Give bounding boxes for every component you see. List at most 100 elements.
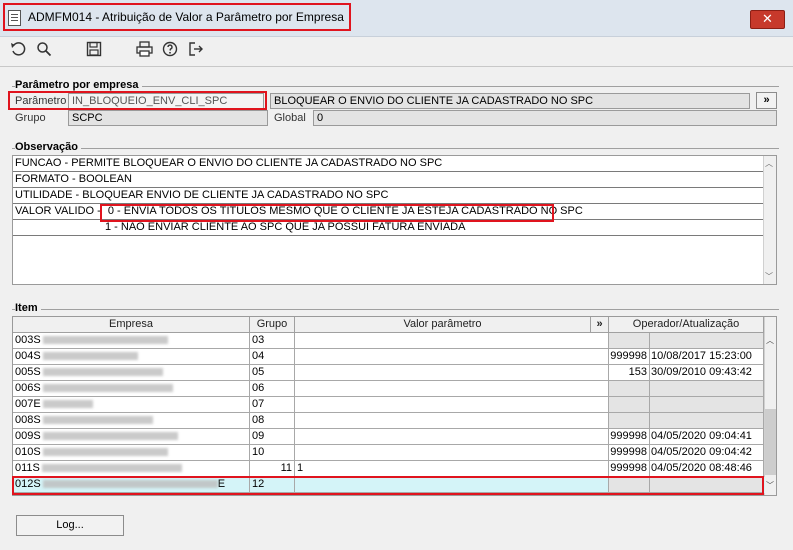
item-grid[interactable]: Empresa Grupo Valor parâmetro » Operador…	[12, 316, 777, 496]
column-header-grupo[interactable]: Grupo	[250, 317, 295, 333]
exit-icon[interactable]	[186, 39, 206, 59]
valor-cell[interactable]	[295, 349, 609, 365]
title-bar: ADMFM014 - Atribuição de Valor a Parâmet…	[0, 0, 793, 37]
search-icon[interactable]	[34, 39, 54, 59]
log-button[interactable]: Log...	[16, 515, 124, 536]
empresa-cell[interactable]: 003S	[13, 333, 250, 349]
grupo-cell[interactable]: 04	[250, 349, 295, 365]
atualizacao-cell[interactable]	[650, 397, 764, 413]
operador-cell[interactable]	[609, 381, 650, 397]
close-button[interactable]: ✕	[750, 10, 785, 29]
operador-cell[interactable]: 999998	[609, 349, 650, 365]
operador-cell[interactable]	[609, 397, 650, 413]
grupo-cell[interactable]: 06	[250, 381, 295, 397]
column-header-operador[interactable]: Operador/Atualização	[609, 317, 764, 333]
empresa-cell[interactable]: 009S	[13, 429, 250, 445]
valor-cell[interactable]: 1	[295, 461, 609, 477]
scroll-up-icon[interactable]: ︿	[765, 158, 773, 169]
grupo-cell[interactable]: 09	[250, 429, 295, 445]
print-icon[interactable]	[134, 39, 154, 59]
empresa-cell[interactable]: 011S	[13, 461, 250, 477]
undo-icon[interactable]	[8, 39, 28, 59]
atualizacao-cell[interactable]: 04/05/2020 09:04:41	[650, 429, 764, 445]
grupo-label: Grupo	[15, 112, 46, 124]
grupo-cell[interactable]: 07	[250, 397, 295, 413]
column-header-empresa[interactable]: Empresa	[13, 317, 250, 333]
empresa-code: 010	[15, 446, 34, 458]
table-row[interactable]: 006S 06	[13, 381, 765, 397]
atualizacao-cell[interactable]	[650, 413, 764, 429]
empresa-cell[interactable]: 010S	[13, 445, 250, 461]
operador-cell[interactable]: 153	[609, 365, 650, 381]
empresa-code: 007	[15, 398, 34, 410]
atualizacao-cell[interactable]: 10/08/2017 15:23:00	[650, 349, 764, 365]
empresa-name-initial: E	[33, 398, 41, 410]
valor-valido-label: VALOR VALIDO -	[15, 205, 101, 217]
blurred-company-name	[42, 352, 138, 361]
toolbar-separator	[0, 66, 793, 67]
blurred-company-name	[42, 416, 153, 425]
empresa-code: 008	[15, 414, 34, 426]
help-icon[interactable]	[160, 39, 180, 59]
table-row[interactable]: 003S 03	[13, 333, 765, 349]
grupo-cell[interactable]: 08	[250, 413, 295, 429]
empresa-cell[interactable]: 008S	[13, 413, 250, 429]
valor-cell[interactable]	[295, 333, 609, 349]
table-row[interactable]: 011S 11 1 999998 04/05/2020 08:48:46	[13, 461, 765, 477]
observacao-group-title: Observação	[15, 141, 81, 153]
table-row[interactable]: 009S 09 999998 04/05/2020 09:04:41	[13, 429, 765, 445]
empresa-code: 011	[15, 462, 33, 474]
grupo-cell[interactable]: 11	[250, 461, 295, 477]
save-icon[interactable]	[84, 39, 104, 59]
grupo-cell[interactable]: 10	[250, 445, 295, 461]
blurred-company-name	[41, 464, 182, 473]
valor-cell[interactable]	[295, 365, 609, 381]
empresa-name-initial: S	[33, 334, 41, 346]
operador-cell[interactable]: 999998	[609, 445, 650, 461]
operador-cell[interactable]	[609, 413, 650, 429]
empresa-name-initial: S	[33, 414, 41, 426]
observacao-line: UTILIDADE - BLOQUEAR ENVIO DE CLIENTE JA…	[13, 188, 765, 204]
atualizacao-cell[interactable]	[650, 333, 764, 349]
empresa-code: 006	[15, 382, 34, 394]
operador-cell[interactable]: 999998	[609, 429, 650, 445]
blurred-company-name	[42, 368, 163, 377]
table-row[interactable]: 008S 08	[13, 413, 765, 429]
parametro-more-button[interactable]: »	[756, 92, 777, 109]
empresa-cell[interactable]: 007E	[13, 397, 250, 413]
valor-cell[interactable]	[295, 397, 609, 413]
operador-cell[interactable]	[609, 333, 650, 349]
grupo-cell[interactable]: 03	[250, 333, 295, 349]
table-row[interactable]: 007E 07	[13, 397, 765, 413]
scroll-down-icon[interactable]: ﹀	[765, 271, 773, 282]
atualizacao-cell[interactable]: 04/05/2020 08:48:46	[650, 461, 764, 477]
observacao-scrollbar[interactable]: ︿ ﹀	[763, 156, 776, 284]
toolbar	[0, 36, 793, 62]
scroll-down-icon[interactable]: ﹀	[766, 480, 774, 491]
operador-cell[interactable]: 999998	[609, 461, 650, 477]
valor-cell[interactable]	[295, 429, 609, 445]
empresa-name-initial: S	[33, 382, 41, 394]
atualizacao-cell[interactable]: 30/09/2010 09:43:42	[650, 365, 764, 381]
grupo-cell[interactable]: 05	[250, 365, 295, 381]
scrollbar-thumb[interactable]	[765, 409, 776, 475]
table-row[interactable]: 010S 10 999998 04/05/2020 09:04:42	[13, 445, 765, 461]
valor-cell[interactable]	[295, 413, 609, 429]
empresa-cell[interactable]: 004S	[13, 349, 250, 365]
blurred-company-name	[42, 448, 168, 457]
atualizacao-cell[interactable]	[650, 381, 764, 397]
column-header-more[interactable]: »	[591, 317, 609, 333]
blurred-company-name	[42, 400, 93, 409]
parametro-highlight	[8, 91, 267, 110]
column-header-valor[interactable]: Valor parâmetro	[295, 317, 591, 333]
item-scrollbar[interactable]: ︿ ﹀	[764, 317, 776, 495]
valor-cell[interactable]	[295, 381, 609, 397]
table-row[interactable]: 005S 05 153 30/09/2010 09:43:42	[13, 365, 765, 381]
empresa-cell[interactable]: 006S	[13, 381, 250, 397]
valor-cell[interactable]	[295, 445, 609, 461]
atualizacao-cell[interactable]: 04/05/2020 09:04:42	[650, 445, 764, 461]
scroll-up-icon[interactable]: ︿	[766, 335, 774, 346]
blurred-company-name	[42, 432, 178, 441]
empresa-cell[interactable]: 005S	[13, 365, 250, 381]
table-row[interactable]: 004S 04 999998 10/08/2017 15:23:00	[13, 349, 765, 365]
